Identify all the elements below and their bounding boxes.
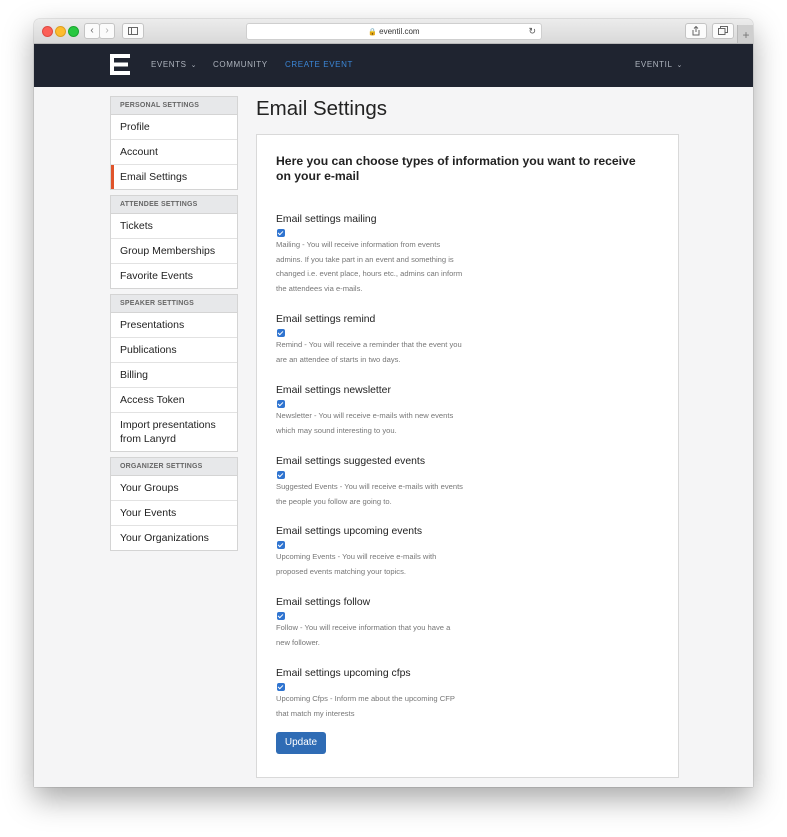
- setting-title: Email settings remind: [276, 314, 376, 325]
- sidebar-group-attendee: ATTENDEE SETTINGS Tickets Group Membersh…: [110, 195, 238, 289]
- sidebar-group-speaker: SPEAKER SETTINGS Presentations Publicati…: [110, 294, 238, 452]
- setting-mailing: Email settings mailing Mailing - You wil…: [276, 213, 476, 296]
- email-settings-panel: Here you can choose types of information…: [256, 134, 679, 778]
- sidebar-item-your-groups[interactable]: Your Groups: [111, 476, 237, 501]
- upcoming-cfps-checkbox[interactable]: [277, 683, 285, 691]
- nav-events-label: EVENTS: [151, 60, 187, 69]
- sidebar-item-billing[interactable]: Billing: [111, 363, 237, 388]
- setting-description: Newsletter - You will receive e-mails wi…: [276, 411, 454, 435]
- setting-remind: Email settings remind Remind - You will …: [276, 313, 476, 367]
- sidebar-item-favorite-events[interactable]: Favorite Events: [111, 264, 237, 288]
- nav-community[interactable]: COMMUNITY: [213, 44, 268, 87]
- intro-text: Here you can choose types of information…: [276, 154, 636, 183]
- setting-title: Email settings upcoming cfps: [276, 668, 411, 679]
- setting-title: Email settings newsletter: [276, 385, 391, 396]
- page-title: Email Settings: [256, 97, 388, 120]
- nav-create-event-label: CREATE EVENT: [285, 60, 353, 69]
- reload-icon[interactable]: ↻: [528, 24, 536, 39]
- zoom-window-button[interactable]: [68, 26, 79, 37]
- setting-description: Remind - You will receive a reminder tha…: [276, 340, 462, 364]
- setting-description: Mailing - You will receive information f…: [276, 240, 463, 293]
- sidebar-item-access-token[interactable]: Access Token: [111, 388, 237, 413]
- setting-newsletter: Email settings newsletter Newsletter - Y…: [276, 384, 476, 438]
- setting-description: Upcoming Cfps - Inform me about the upco…: [276, 694, 455, 718]
- site-navbar: EVENTS ⌄ COMMUNITY CREATE EVENT EVENTIL ⌄: [34, 44, 753, 87]
- sidebar-header: PERSONAL SETTINGS: [111, 97, 237, 115]
- sidebar-item-presentations[interactable]: Presentations: [111, 313, 237, 338]
- eventil-logo[interactable]: [110, 54, 130, 75]
- chevron-down-icon: ⌄: [676, 62, 684, 69]
- minimize-window-button[interactable]: [55, 26, 66, 37]
- setting-follow: Email settings follow Follow - You will …: [276, 596, 476, 650]
- setting-suggested-events: Email settings suggested events Suggeste…: [276, 455, 476, 509]
- update-button[interactable]: Update: [276, 732, 326, 754]
- browser-window: ‹ › 🔒 eventil.com ↻ + EVENTS ⌄ COMMUNITY C…: [34, 19, 753, 787]
- chevron-down-icon: ⌄: [190, 62, 198, 69]
- sidebar-item-account[interactable]: Account: [111, 140, 237, 165]
- sidebar-item-publications[interactable]: Publications: [111, 338, 237, 363]
- sidebar-item-your-organizations[interactable]: Your Organizations: [111, 526, 237, 550]
- settings-sidebar: PERSONAL SETTINGS Profile Account Email …: [110, 96, 238, 556]
- setting-upcoming-events: Email settings upcoming events Upcoming …: [276, 525, 476, 579]
- nav-create-event[interactable]: CREATE EVENT: [285, 44, 353, 87]
- sidebar-item-import-lanyrd[interactable]: Import presentations from Lanyrd: [111, 413, 237, 451]
- sidebar-item-your-events[interactable]: Your Events: [111, 501, 237, 526]
- sidebar-item-tickets[interactable]: Tickets: [111, 214, 237, 239]
- sidebar-item-profile[interactable]: Profile: [111, 115, 237, 140]
- nav-community-label: COMMUNITY: [213, 60, 268, 69]
- setting-title: Email settings follow: [276, 597, 371, 608]
- setting-upcoming-cfps: Email settings upcoming cfps Upcoming Cf…: [276, 667, 476, 721]
- back-icon[interactable]: ‹: [84, 23, 100, 39]
- mailing-checkbox[interactable]: [277, 229, 285, 237]
- new-tab-icon[interactable]: +: [737, 25, 753, 43]
- browser-toolbar: ‹ › 🔒 eventil.com ↻ +: [34, 19, 753, 44]
- suggested-events-checkbox[interactable]: [277, 471, 285, 479]
- sidebar-group-personal: PERSONAL SETTINGS Profile Account Email …: [110, 96, 238, 190]
- url-text: eventil.com: [379, 27, 420, 36]
- share-icon[interactable]: [685, 23, 707, 39]
- forward-icon[interactable]: ›: [99, 23, 115, 39]
- upcoming-events-checkbox[interactable]: [277, 541, 285, 549]
- sidebar-header: ORGANIZER SETTINGS: [111, 458, 237, 476]
- sidebar-group-organizer: ORGANIZER SETTINGS Your Groups Your Even…: [110, 457, 238, 551]
- nav-events[interactable]: EVENTS ⌄: [151, 44, 197, 87]
- tabs-icon[interactable]: [712, 23, 734, 39]
- nav-user-menu[interactable]: EVENTIL ⌄: [635, 44, 683, 87]
- lock-icon: 🔒: [368, 29, 378, 36]
- sidebar-icon[interactable]: [122, 23, 144, 39]
- setting-description: Suggested Events - You will receive e-ma…: [276, 482, 463, 506]
- setting-title: Email settings mailing: [276, 214, 377, 225]
- sidebar-header: ATTENDEE SETTINGS: [111, 196, 237, 214]
- setting-title: Email settings upcoming events: [276, 526, 423, 537]
- setting-description: Upcoming Events - You will receive e-mai…: [276, 552, 437, 576]
- sidebar-item-email-settings[interactable]: Email Settings: [111, 165, 237, 189]
- sidebar-header: SPEAKER SETTINGS: [111, 295, 237, 313]
- setting-description: Follow - You will receive information th…: [276, 623, 451, 647]
- address-bar[interactable]: 🔒 eventil.com ↻: [246, 23, 542, 40]
- user-menu-label: EVENTIL: [635, 60, 673, 69]
- close-window-button[interactable]: [42, 26, 53, 37]
- follow-checkbox[interactable]: [277, 612, 285, 620]
- newsletter-checkbox[interactable]: [277, 400, 285, 408]
- setting-title: Email settings suggested events: [276, 456, 426, 467]
- remind-checkbox[interactable]: [277, 329, 285, 337]
- sidebar-item-group-memberships[interactable]: Group Memberships: [111, 239, 237, 264]
